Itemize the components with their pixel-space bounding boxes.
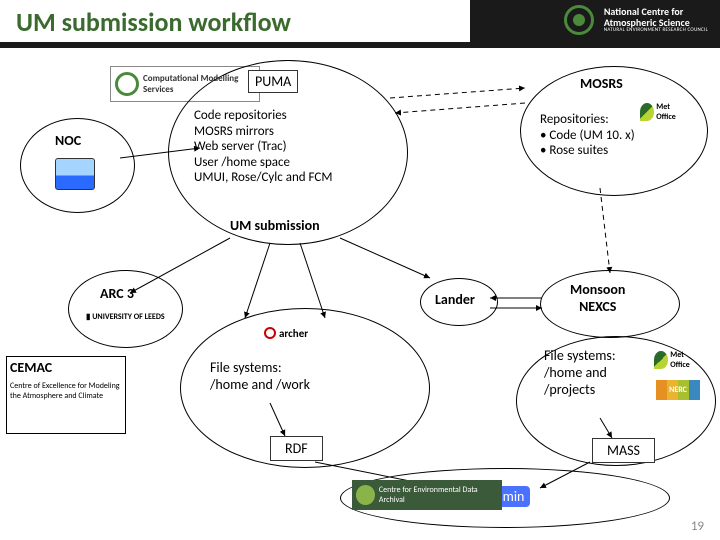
ship-icon [55, 158, 95, 190]
page-title: UM submission workflow [16, 6, 291, 38]
mosrs-repos-label: Repositories: [540, 112, 609, 127]
ncas-logo: National Centre for Atmospheric Science … [564, 4, 712, 36]
puma-title: PUMA [255, 73, 291, 90]
metoffice-text-1: Met Office [656, 102, 684, 122]
archer-logo-text: archer [279, 327, 308, 340]
nerc-logo: NERC [656, 380, 700, 400]
archer-fs: File systems: /home and /work [210, 360, 310, 394]
nerc-text: NERC [669, 385, 687, 395]
mass-label: MASS [607, 442, 640, 459]
ceda-text: Centre for Environmental Data Archival [379, 485, 498, 505]
metoffice-text-2: Met Office [670, 350, 698, 370]
lander-label: Lander [435, 292, 475, 309]
monsoon-label: Monsoon NEXCS [570, 282, 625, 316]
ceda-logo: Centre for Environmental Data Archival [352, 480, 502, 510]
metoffice-logo-1: Met Office [640, 100, 684, 124]
puma-body: Code repositories MOSRS mirrors Web serv… [194, 108, 384, 186]
puma-submit: UM submission [230, 218, 320, 235]
page-number: 19 [691, 519, 704, 534]
rdf-box: RDF [270, 436, 323, 461]
cemac-sub: Centre of Excellence for Modeling the At… [10, 382, 120, 401]
rdf-label: RDF [285, 440, 308, 457]
arc3-label: ARC 3 [100, 286, 134, 303]
mosrs-repo1: • Code (UM 10. x) [540, 128, 635, 143]
diagram-stage: Computational Modelling Services NOC PUM… [0, 48, 720, 540]
leeds-logo: ▮ UNIVERSITY OF LEEDS [86, 312, 165, 322]
archer-logo: archer [264, 324, 344, 342]
mass-box: MASS [592, 438, 655, 463]
node-arc3 [68, 270, 183, 348]
cms-ring-icon [115, 72, 139, 96]
noc-label: NOC [55, 133, 81, 150]
metoffice-logo-2: Met Office [654, 348, 698, 372]
mosrs-repos: Repositories: • Code (UM 10. x) • Rose s… [540, 112, 635, 159]
ncas-small: NATURAL ENVIRONMENT RESEARCH COUNCIL [604, 28, 708, 34]
puma-title-box: PUMA [248, 70, 298, 93]
mosrs-repo2: • Rose suites [540, 143, 608, 158]
mosrs-title: MOSRS [580, 76, 623, 93]
metfs-label: File systems: /home and /projects [544, 348, 616, 398]
